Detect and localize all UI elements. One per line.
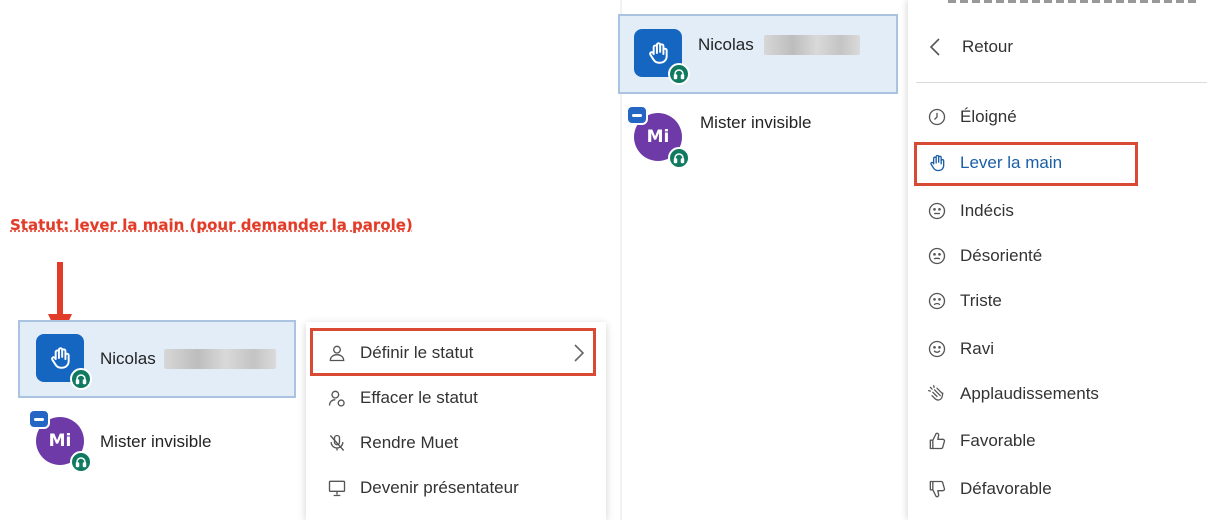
participant-name: Mister invisible <box>700 113 812 132</box>
user-clear-icon <box>326 387 348 409</box>
menu-item-become-presenter[interactable]: Devenir présentateur <box>326 477 519 499</box>
menu-item-back[interactable]: Retour <box>928 36 1013 58</box>
menu-item-raise-hand[interactable]: Lever la main <box>926 152 1062 174</box>
thumbs-down-icon <box>926 478 948 500</box>
menu-item-applause[interactable]: Applaudissements <box>926 383 1099 405</box>
camera-off-icon <box>28 409 50 429</box>
headphones-icon <box>70 451 92 473</box>
mic-muted-icon <box>326 432 348 454</box>
menu-item-away[interactable]: Éloigné <box>926 106 1017 128</box>
participant-row-mister-invisible[interactable]: Mi Mister invisible <box>618 105 898 169</box>
menu-item-label: Définir le statut <box>360 343 474 362</box>
headphones-icon <box>70 368 92 390</box>
menu-item-label: Devenir présentateur <box>360 478 519 497</box>
avatar: Mi <box>626 105 690 169</box>
hand-icon <box>649 42 668 64</box>
context-menu: Définir le statut Effacer le statut Rend… <box>306 322 606 520</box>
annotation-text: Statut: lever la main (pour demander la … <box>10 216 413 234</box>
participant-row-mister-invisible[interactable]: Mi Mister invisible <box>18 409 296 473</box>
menu-item-label: Ravi <box>960 339 995 358</box>
headphones-icon <box>668 147 690 169</box>
clock-icon <box>926 106 948 128</box>
participant-row-nicolas[interactable]: Nicolas <box>618 14 898 94</box>
menu-item-label: Indécis <box>960 201 1014 220</box>
hand-icon <box>51 347 70 369</box>
menu-item-label: Éloigné <box>960 107 1017 126</box>
avatar <box>36 334 92 390</box>
status-submenu: Retour Éloigné Lever la main Indécis Dés… <box>908 0 1207 520</box>
neutral-face-icon <box>926 200 948 222</box>
menu-item-label: Retour <box>962 37 1014 56</box>
menu-item-label: Effacer le statut <box>360 388 478 407</box>
hand-icon <box>926 152 948 174</box>
menu-divider <box>916 82 1207 83</box>
menu-item-label: Défavorable <box>960 479 1052 498</box>
menu-item-label: Lever la main <box>960 153 1063 172</box>
camera-off-icon <box>626 105 648 125</box>
menu-item-label: Triste <box>960 291 1002 310</box>
participant-name: Nicolas <box>698 35 754 54</box>
menu-item-label: Applaudissements <box>960 384 1099 403</box>
menu-item-happy[interactable]: Ravi <box>926 338 994 360</box>
blurred-surname <box>763 35 860 55</box>
menu-item-define-status[interactable]: Définir le statut <box>326 342 473 364</box>
menu-item-label: Désorienté <box>960 246 1043 265</box>
menu-item-sad[interactable]: Triste <box>926 290 1002 312</box>
clap-icon <box>926 383 948 405</box>
happy-face-icon <box>926 338 948 360</box>
headphones-icon <box>668 63 690 85</box>
confused-face-icon <box>926 245 948 267</box>
thumbs-up-icon <box>926 430 948 452</box>
participant-row-nicolas[interactable]: Nicolas <box>18 320 296 398</box>
avatar: Mi <box>28 409 92 473</box>
menu-item-thumbs-down[interactable]: Défavorable <box>926 478 1052 500</box>
chevron-right-icon <box>574 344 585 362</box>
presentation-icon <box>326 477 348 499</box>
menu-item-confused[interactable]: Désorienté <box>926 245 1042 267</box>
menu-item-label: Rendre Muet <box>360 433 459 452</box>
chevron-left-icon <box>929 38 940 56</box>
menu-item-clear-status[interactable]: Effacer le statut <box>326 387 478 409</box>
participant-name: Mister invisible <box>100 432 212 451</box>
menu-item-label: Favorable <box>960 431 1036 450</box>
blurred-surname <box>163 349 276 369</box>
menu-item-thumbs-up[interactable]: Favorable <box>926 430 1036 452</box>
menu-header-cutoff <box>948 0 1198 6</box>
sad-face-icon <box>926 290 948 312</box>
menu-item-mute[interactable]: Rendre Muet <box>326 432 458 454</box>
menu-item-undecided[interactable]: Indécis <box>926 200 1014 222</box>
avatar <box>634 29 690 85</box>
participant-name: Nicolas <box>100 349 156 368</box>
user-icon <box>326 342 348 364</box>
